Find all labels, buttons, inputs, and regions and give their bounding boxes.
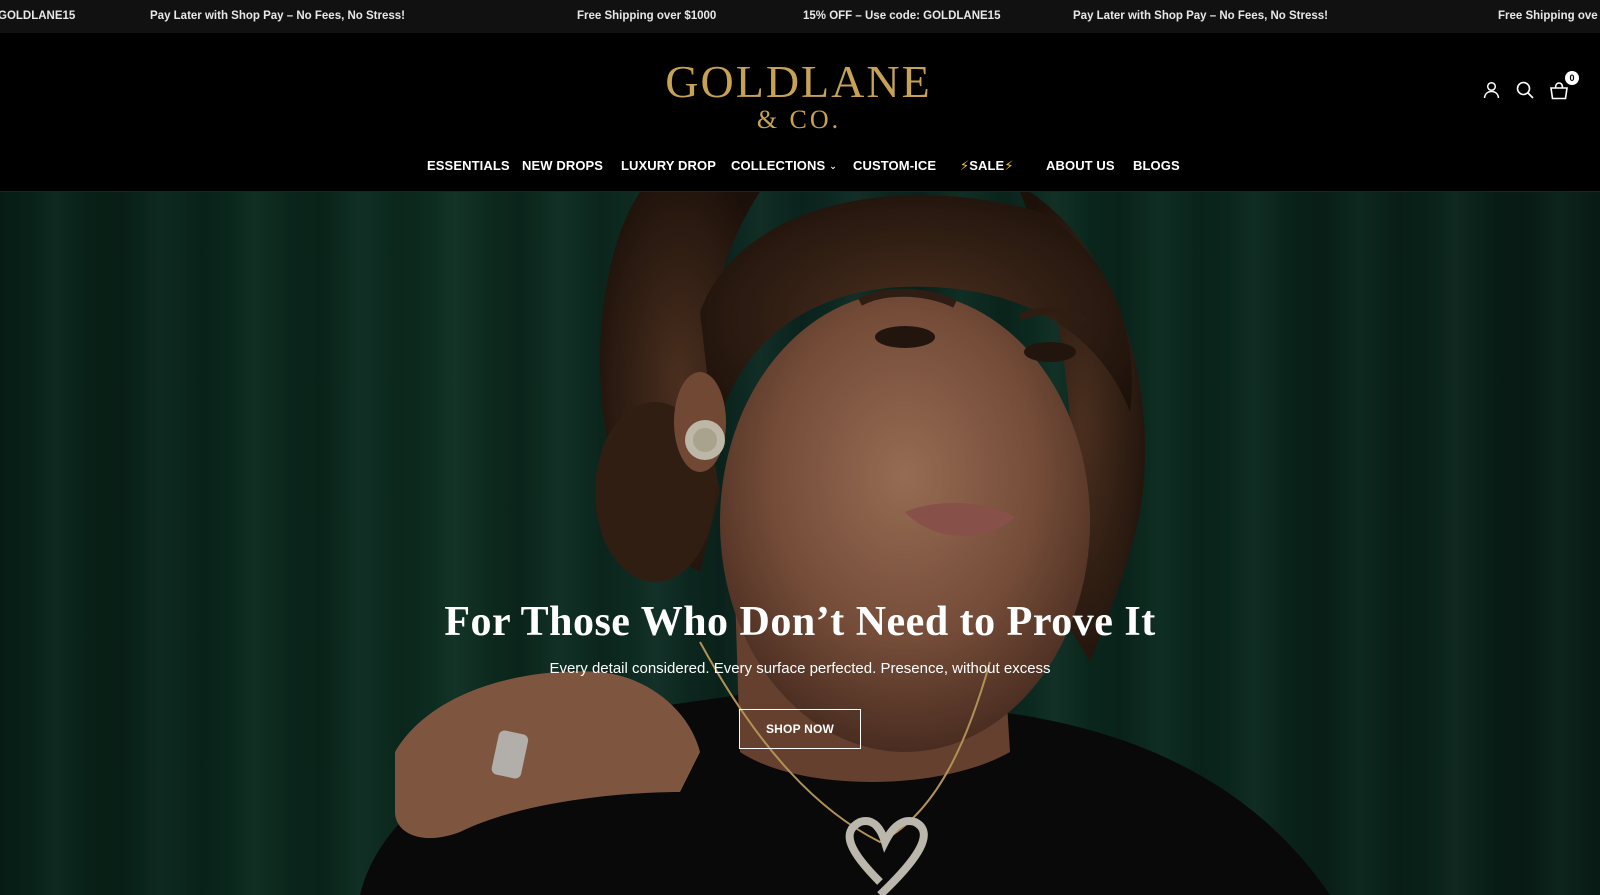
- hero-banner: For Those Who Don’t Need to Prove It Eve…: [0, 192, 1600, 895]
- hero-title: For Those Who Don’t Need to Prove It: [444, 599, 1156, 645]
- search-icon[interactable]: [1514, 79, 1536, 101]
- announcement-item: 15% OFF – Use code: GOLDLANE15: [803, 10, 1001, 22]
- nav-item-essentials[interactable]: ESSENTIALS: [427, 154, 510, 178]
- hero-subtitle: Every detail considered. Every surface p…: [549, 660, 1051, 677]
- site-header: GOLDLANE & CO. 0 ESSENTIALS NEW DROPS LU…: [0, 33, 1600, 192]
- nav-item-about-us[interactable]: ABOUT US: [1046, 154, 1115, 178]
- cart-icon[interactable]: 0: [1548, 71, 1579, 101]
- nav-item-luxury-drop[interactable]: LUXURY DROP: [621, 154, 716, 178]
- chevron-down-icon: ⌄: [829, 161, 837, 171]
- announcement-item: Pay Later with Shop Pay – No Fees, No St…: [150, 10, 405, 22]
- account-icon[interactable]: [1480, 79, 1502, 101]
- logo-subline: & CO.: [756, 105, 842, 134]
- nav-item-sale[interactable]: ⚡SALE⚡: [960, 154, 1014, 178]
- logo-wordmark: GOLDLANE: [665, 56, 932, 107]
- shop-now-button[interactable]: SHOP NOW: [738, 709, 862, 749]
- nav-item-label: COLLECTIONS: [731, 158, 826, 173]
- announcement-item: Free Shipping over $1000: [577, 10, 717, 22]
- nav-item-blogs[interactable]: BLOGS: [1133, 154, 1180, 178]
- lightning-icon: ⚡: [960, 158, 970, 173]
- announcement-bar: GOLDLANE15 Pay Later with Shop Pay – No …: [0, 0, 1600, 33]
- main-nav: ESSENTIALS NEW DROPS LUXURY DROP COLLECT…: [0, 154, 1600, 178]
- announcement-item: Pay Later with Shop Pay – No Fees, No St…: [1073, 10, 1328, 22]
- cart-count-badge: 0: [1565, 71, 1579, 85]
- hero-content: For Those Who Don’t Need to Prove It Eve…: [0, 597, 1600, 749]
- nav-item-collections[interactable]: COLLECTIONS ⌄: [731, 154, 837, 178]
- lightning-icon: ⚡: [1004, 158, 1014, 173]
- announcement-item: Free Shipping ove: [1498, 10, 1598, 22]
- nav-item-label: SALE: [969, 158, 1005, 173]
- nav-item-new-drops[interactable]: NEW DROPS: [522, 154, 603, 178]
- brand-logo[interactable]: GOLDLANE & CO.: [0, 59, 1600, 135]
- announcement-item: GOLDLANE15: [0, 10, 76, 22]
- header-icons: 0: [1480, 71, 1579, 101]
- nav-item-custom-ice[interactable]: CUSTOM-ICE: [853, 154, 936, 178]
- hero-overlay: [0, 192, 1600, 895]
